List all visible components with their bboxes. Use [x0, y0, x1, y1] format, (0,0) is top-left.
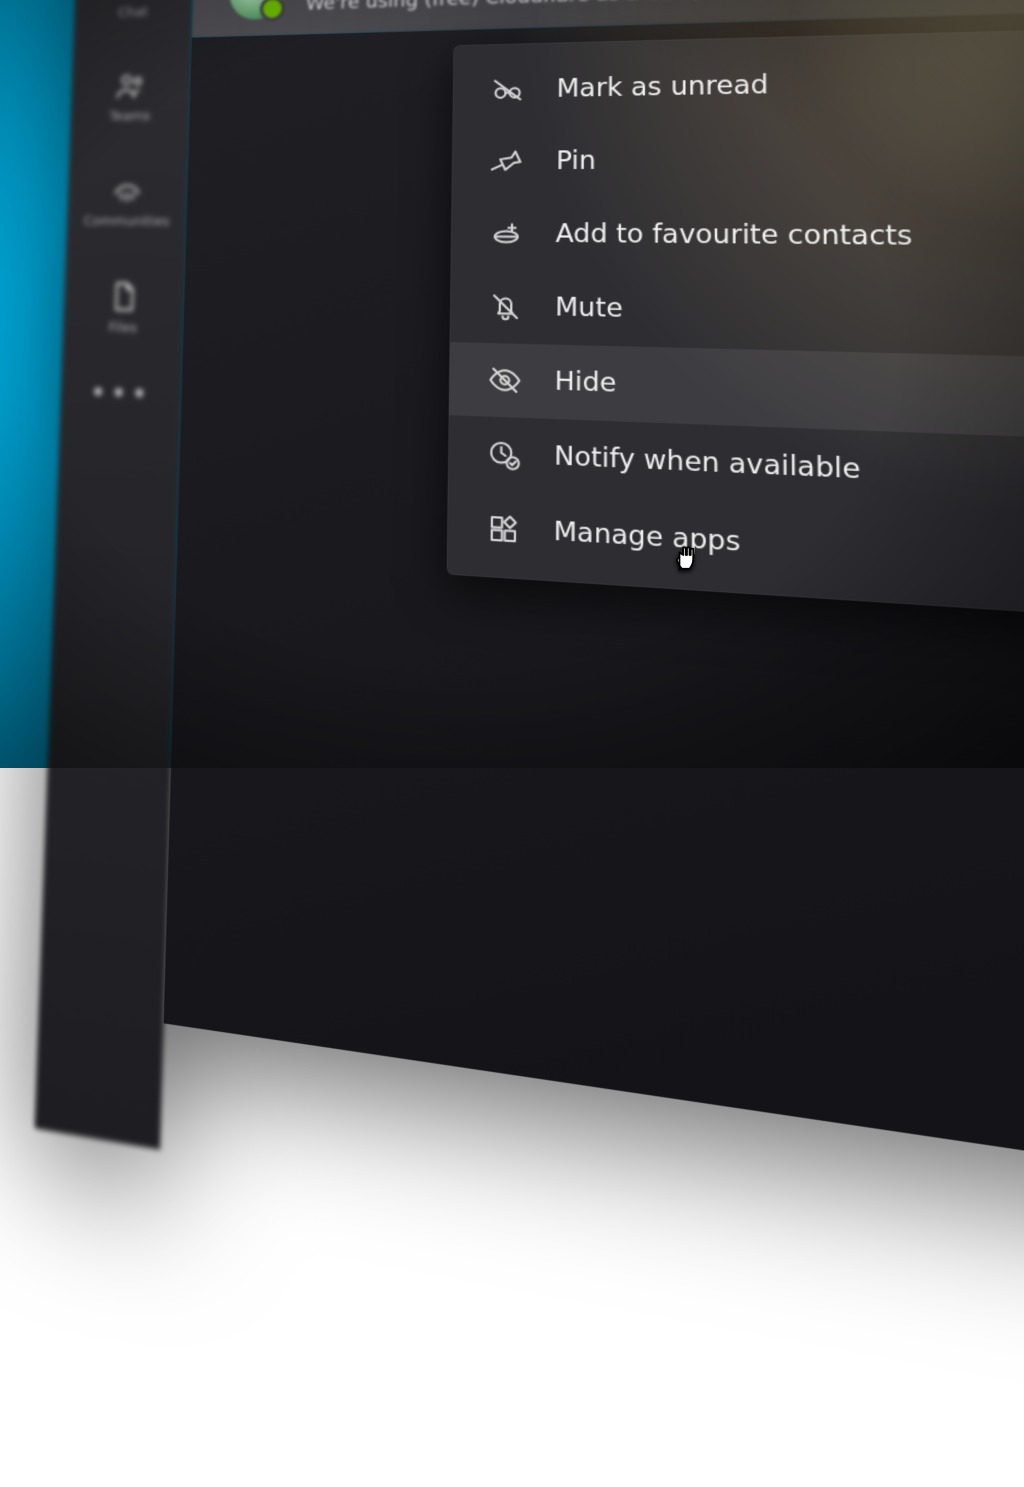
menu-item-add-favourite[interactable]: Add to favourite contacts [451, 198, 1024, 279]
eye-slash-icon [487, 363, 522, 398]
nav-label: Chat [118, 5, 148, 21]
teams-icon [113, 68, 148, 103]
menu-item-label: Manage apps [553, 517, 740, 558]
nav-label: Communities [83, 214, 169, 230]
message-preview: We're using (free) Cloudflare as a CDN, [306, 0, 701, 14]
menu-item-label: Mark as unread [556, 71, 768, 104]
app-window: Chat Teams Communities Files [39, 0, 1024, 1262]
nav-item-more[interactable]: ••• [89, 385, 152, 411]
menu-item-mark-unread[interactable]: Mark as unread [452, 39, 1024, 126]
apps-grid-icon [486, 511, 521, 547]
nav-item-communities[interactable]: Communities [83, 173, 170, 230]
nav-item-teams[interactable]: Teams [109, 68, 152, 124]
menu-item-label: Add to favourite contacts [555, 220, 912, 252]
presence-badge-available [260, 0, 285, 21]
glasses-slash-icon [491, 74, 525, 107]
menu-item-label: Hide [555, 367, 617, 398]
chat-header-text: Kip Kniskern We're using (free) Cloudfla… [306, 0, 701, 14]
menu-item-label: Mute [555, 293, 623, 323]
menu-item-label: Notify when available [554, 442, 861, 486]
nav-item-chat[interactable]: Chat [116, 0, 151, 21]
nav-label: Files [108, 320, 137, 336]
clock-check-icon [487, 437, 522, 472]
communities-icon [110, 173, 145, 208]
avatar [229, 0, 284, 20]
more-icon: ••• [89, 375, 152, 412]
menu-item-label: Pin [556, 147, 596, 176]
menu-item-pin[interactable]: Pin [451, 118, 1024, 198]
context-menu: Mark as unread Pin Add to favourite cont… [447, 27, 1024, 620]
files-icon [106, 279, 141, 315]
nav-label: Teams [109, 109, 150, 125]
pin-icon [490, 145, 524, 178]
bell-slash-icon [488, 290, 523, 324]
bowl-plus-icon [489, 217, 523, 250]
desktop-background: Chat Teams Communities Files [0, 0, 1024, 768]
nav-item-files[interactable]: Files [106, 279, 142, 337]
